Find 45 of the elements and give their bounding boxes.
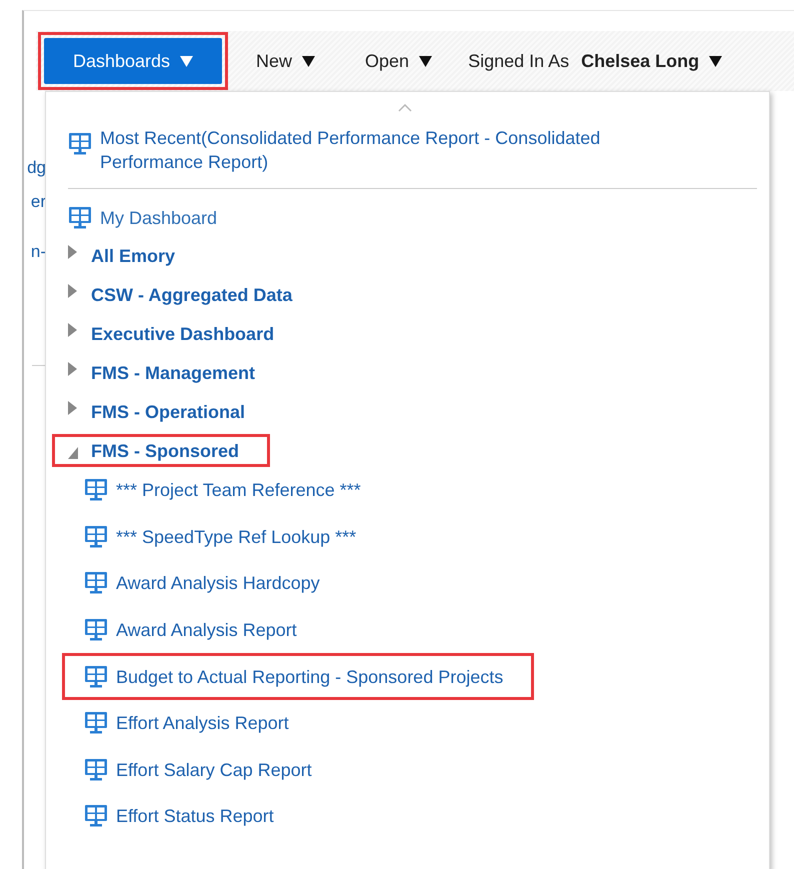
menu-button[interactable]: New: [240, 38, 332, 84]
dashboard-icon: [84, 618, 108, 642]
dashboard-icon: [68, 132, 92, 156]
folder-item[interactable]: Executive Dashboard: [91, 322, 274, 346]
menu-item[interactable]: My Dashboard: [100, 206, 218, 230]
dashboard-item[interactable]: Award Analysis Report: [116, 618, 297, 642]
dashboard-icon: [68, 206, 92, 230]
caret-icon: [709, 56, 722, 66]
dashboard-icon: [84, 524, 108, 549]
folder-item[interactable]: FMS - Operational: [91, 400, 246, 424]
user-menu[interactable]: Chelsea Long: [575, 50, 728, 72]
dashboard-icon: [84, 664, 108, 689]
caret-icon: [302, 56, 316, 66]
folder-item[interactable]: FMS - Management: [91, 360, 256, 384]
expand-triangle-icon[interactable]: [67, 284, 79, 300]
dashboard-item[interactable]: Effort Status Report: [116, 804, 274, 828]
expand-triangle-icon[interactable]: [67, 400, 79, 416]
dashboard-item[interactable]: Effort Analysis Report: [116, 711, 289, 736]
menu-item[interactable]: Most Recent(Consolidated Performance Report - Consolidated Performance Report): [100, 126, 700, 174]
collapse-triangle-icon[interactable]: [67, 444, 79, 460]
dashboard-item[interactable]: *** Project Team Reference ***: [116, 478, 361, 502]
dashboard-icon: [84, 804, 108, 828]
expand-triangle-icon[interactable]: [67, 322, 79, 338]
dashboard-item[interactable]: Budget to Actual Reporting - Sponsored Projects: [116, 664, 504, 689]
dashboard-icon: [84, 711, 108, 736]
dashboard-item[interactable]: *** SpeedType Ref Lookup ***: [116, 524, 356, 549]
folder-item[interactable]: CSW - Aggregated Data: [91, 282, 292, 306]
page-text: n-: [30, 241, 46, 263]
page-text: dg: [26, 157, 46, 179]
dashboard-icon: [84, 758, 108, 782]
caret-icon: [419, 56, 432, 66]
signed-in-label: Signed In As: [468, 50, 570, 72]
scroll-up-icon[interactable]: [398, 104, 412, 112]
folder-item[interactable]: FMS - Sponsored: [91, 438, 239, 462]
expand-triangle-icon[interactable]: [67, 244, 79, 260]
menu-button[interactable]: Dashboards: [44, 38, 222, 84]
caret-icon: [180, 56, 194, 66]
dashboard-item[interactable]: Effort Salary Cap Report: [116, 758, 312, 782]
folder-item[interactable]: All Emory: [91, 244, 176, 268]
dashboard-icon: [84, 571, 108, 596]
expand-triangle-icon[interactable]: [67, 362, 79, 378]
menu-button[interactable]: Open: [349, 38, 448, 84]
dashboard-icon: [84, 478, 108, 502]
dashboard-item[interactable]: Award Analysis Hardcopy: [116, 571, 320, 596]
page-text: er: [30, 191, 46, 213]
